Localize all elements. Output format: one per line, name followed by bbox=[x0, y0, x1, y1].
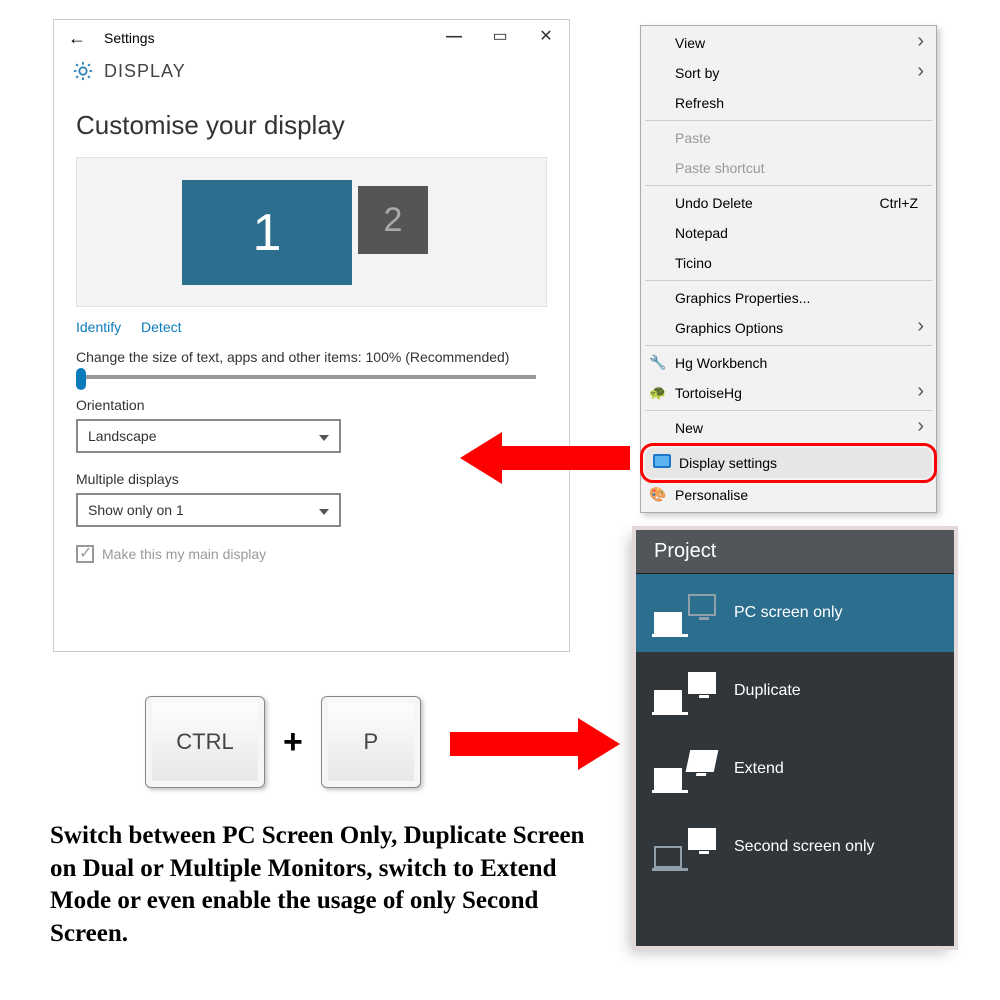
project-second-screen-only[interactable]: Second screen only bbox=[636, 808, 954, 886]
tortoise-icon: 🐢 bbox=[649, 384, 667, 402]
ctx-ticino[interactable]: Ticino bbox=[641, 248, 936, 278]
ctx-separator bbox=[645, 410, 932, 411]
ctx-separator bbox=[645, 280, 932, 281]
monitor-2[interactable]: 2 bbox=[358, 186, 428, 254]
ctx-separator bbox=[645, 445, 932, 446]
scale-slider[interactable] bbox=[76, 375, 536, 379]
identify-link[interactable]: Identify bbox=[76, 319, 121, 335]
duplicate-icon bbox=[654, 670, 716, 712]
checkbox-icon[interactable] bbox=[76, 545, 94, 563]
plus-icon: + bbox=[283, 723, 303, 762]
keyboard-shortcut: CTRL + P bbox=[145, 696, 421, 788]
ctx-paste: Paste bbox=[641, 123, 936, 153]
multiple-displays-dropdown[interactable]: Show only on 1 bbox=[76, 493, 341, 527]
project-item-label: Second screen only bbox=[734, 838, 875, 856]
p-key: P bbox=[321, 696, 421, 788]
orientation-value: Landscape bbox=[88, 428, 157, 444]
ctx-paste-shortcut: Paste shortcut bbox=[641, 153, 936, 183]
ctx-separator bbox=[645, 185, 932, 186]
monitor-2-label: 2 bbox=[384, 201, 403, 240]
ctx-notepad[interactable]: Notepad bbox=[641, 218, 936, 248]
ctx-tortoisehg[interactable]: 🐢TortoiseHg bbox=[641, 378, 936, 408]
back-button[interactable]: ← bbox=[54, 28, 100, 49]
second-screen-only-icon bbox=[654, 826, 716, 868]
window-minimize-button[interactable]: — bbox=[431, 21, 477, 55]
ctx-graphics-properties[interactable]: Graphics Properties... bbox=[641, 283, 936, 313]
project-extend[interactable]: Extend bbox=[636, 730, 954, 808]
orientation-dropdown[interactable]: Landscape bbox=[76, 419, 341, 453]
ctrl-key: CTRL bbox=[145, 696, 265, 788]
settings-header: DISPLAY bbox=[54, 56, 569, 86]
project-duplicate[interactable]: Duplicate bbox=[636, 652, 954, 730]
slider-thumb[interactable] bbox=[76, 368, 86, 390]
project-item-label: PC screen only bbox=[734, 604, 843, 622]
monitor-1[interactable]: 1 bbox=[182, 180, 352, 285]
ctx-separator bbox=[645, 120, 932, 121]
ctx-display-settings[interactable]: Display settings bbox=[645, 448, 932, 478]
project-panel: Project PC screen only Duplicate Extend … bbox=[636, 530, 954, 946]
window-title: Settings bbox=[100, 30, 431, 46]
settings-window: ← Settings — ▭ ✕ DISPLAY Customise your … bbox=[53, 19, 570, 652]
multiple-displays-value: Show only on 1 bbox=[88, 502, 184, 518]
extend-icon bbox=[654, 748, 716, 790]
main-display-label: Make this my main display bbox=[102, 546, 266, 562]
settings-section-title: DISPLAY bbox=[104, 61, 186, 82]
orientation-label: Orientation bbox=[76, 397, 547, 413]
ctx-sort-by[interactable]: Sort by bbox=[641, 58, 936, 88]
undo-delete-shortcut: Ctrl+Z bbox=[880, 195, 919, 211]
gear-icon bbox=[72, 60, 94, 82]
ctx-new[interactable]: New bbox=[641, 413, 936, 443]
project-panel-title: Project bbox=[636, 530, 954, 574]
monitor-icon bbox=[653, 454, 671, 472]
ctx-hg-workbench[interactable]: 🔧Hg Workbench bbox=[641, 348, 936, 378]
main-display-checkbox-row[interactable]: Make this my main display bbox=[76, 545, 547, 563]
ctx-personalise[interactable]: 🎨Personalise bbox=[641, 480, 936, 510]
ctx-undo-delete[interactable]: Undo DeleteCtrl+Z bbox=[641, 188, 936, 218]
personalise-icon: 🎨 bbox=[649, 486, 667, 504]
titlebar: ← Settings — ▭ ✕ bbox=[54, 20, 569, 56]
project-item-label: Duplicate bbox=[734, 682, 801, 700]
window-close-button[interactable]: ✕ bbox=[523, 21, 569, 55]
ctx-separator bbox=[645, 345, 932, 346]
monitor-layout-preview[interactable]: 1 2 bbox=[76, 157, 547, 307]
project-pc-screen-only[interactable]: PC screen only bbox=[636, 574, 954, 652]
ctx-view[interactable]: View bbox=[641, 28, 936, 58]
desktop-context-menu: View Sort by Refresh Paste Paste shortcu… bbox=[640, 25, 937, 513]
hg-icon: 🔧 bbox=[649, 354, 667, 372]
ctx-graphics-options[interactable]: Graphics Options bbox=[641, 313, 936, 343]
detect-link[interactable]: Detect bbox=[141, 319, 181, 335]
instruction-caption: Switch between PC Screen Only, Duplicate… bbox=[50, 820, 600, 950]
page-title: Customise your display bbox=[76, 110, 569, 141]
pc-screen-only-icon bbox=[654, 592, 716, 634]
scale-label: Change the size of text, apps and other … bbox=[76, 349, 547, 365]
monitor-1-label: 1 bbox=[253, 203, 282, 263]
window-maximize-button[interactable]: ▭ bbox=[477, 21, 523, 55]
ctx-refresh[interactable]: Refresh bbox=[641, 88, 936, 118]
project-item-label: Extend bbox=[734, 760, 784, 778]
